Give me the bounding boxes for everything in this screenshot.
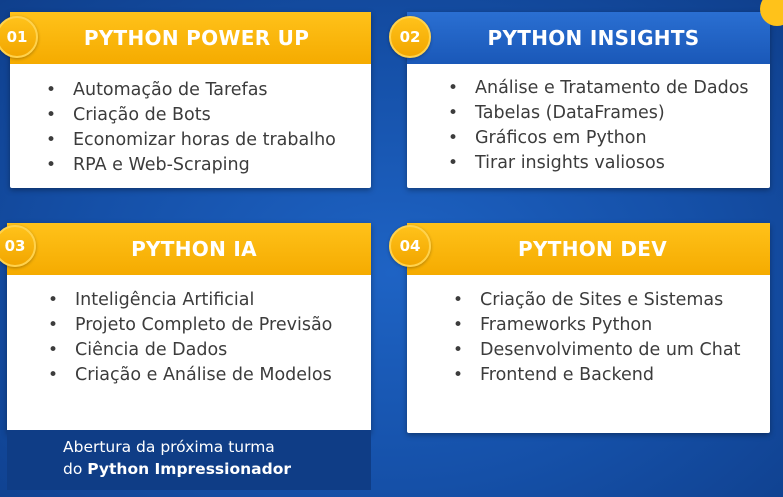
- card-title: PYTHON IA: [131, 237, 257, 261]
- list-item: Criação de Sites e Sistemas: [453, 288, 740, 313]
- card-item-list: Análise e Tratamento de Dados Tabelas (D…: [448, 76, 749, 176]
- banner-line-2: do Python Impressionador: [63, 458, 371, 480]
- list-item: Projeto Completo de Previsão: [48, 313, 332, 338]
- card-title: PYTHON INSIGHTS: [487, 26, 700, 50]
- card-number-badge: 02: [389, 16, 431, 58]
- list-item: RPA e Web-Scraping: [46, 153, 336, 178]
- list-item: Economizar horas de trabalho: [46, 128, 336, 153]
- card-title: PYTHON POWER UP: [83, 26, 310, 50]
- card-number-badge: 04: [389, 225, 431, 267]
- list-item: Análise e Tratamento de Dados: [448, 76, 749, 101]
- banner-line-1: Abertura da próxima turma: [63, 438, 275, 456]
- card-header: PYTHON INSIGHTS: [407, 12, 770, 64]
- card-item-list: Criação de Sites e Sistemas Frameworks P…: [453, 288, 740, 388]
- card-header: PYTHON POWER UP: [10, 12, 371, 64]
- list-item: Criação de Bots: [46, 103, 336, 128]
- card-item-list: Automação de Tarefas Criação de Bots Eco…: [46, 78, 336, 178]
- banner-prefix: do: [63, 460, 88, 478]
- card-title: PYTHON DEV: [518, 237, 667, 261]
- list-item: Tabelas (DataFrames): [448, 101, 749, 126]
- card-python-power-up: PYTHON POWER UP Automação de Tarefas Cri…: [10, 12, 371, 188]
- list-item: Desenvolvimento de um Chat: [453, 338, 740, 363]
- list-item: Ciência de Dados: [48, 338, 332, 363]
- list-item: Inteligência Artificial: [48, 288, 332, 313]
- banner-course-name: Python Impressionador: [87, 460, 291, 478]
- list-item: Gráficos em Python: [448, 126, 749, 151]
- card-python-dev: PYTHON DEV Criação de Sites e Sistemas F…: [407, 223, 770, 433]
- card-header: PYTHON DEV: [407, 223, 770, 275]
- card-header: PYTHON IA: [7, 223, 371, 275]
- list-item: Criação e Análise de Modelos: [48, 363, 332, 388]
- list-item: Frontend e Backend: [453, 363, 740, 388]
- card-python-insights: PYTHON INSIGHTS Análise e Tratamento de …: [407, 12, 770, 188]
- next-class-banner: Abertura da próxima turma do Python Impr…: [7, 430, 371, 490]
- list-item: Tirar insights valiosos: [448, 151, 749, 176]
- card-python-ia: PYTHON IA Inteligência Artificial Projet…: [7, 223, 371, 433]
- list-item: Automação de Tarefas: [46, 78, 336, 103]
- list-item: Frameworks Python: [453, 313, 740, 338]
- card-item-list: Inteligência Artificial Projeto Completo…: [48, 288, 332, 388]
